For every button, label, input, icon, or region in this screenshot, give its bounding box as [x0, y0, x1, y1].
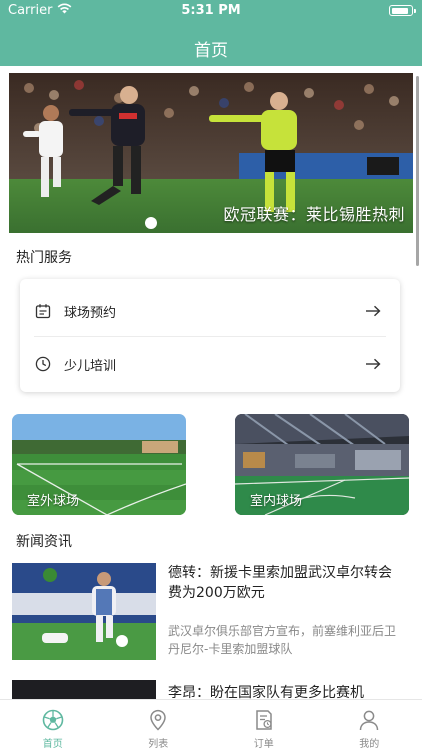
service-label: 球场预约 — [64, 305, 117, 321]
venue-label: 室内球场 — [250, 494, 303, 509]
banner-caption: 欧冠联赛：莱比锡胜热刺 — [223, 205, 405, 224]
news-thumbnail — [12, 563, 156, 660]
tab-label: 首页 — [42, 739, 63, 750]
tab-profile[interactable]: 我的 — [317, 700, 422, 750]
battery-level — [391, 7, 408, 14]
section-title-news: 新闻资讯 — [16, 534, 72, 550]
arrow-right-icon — [364, 302, 382, 320]
venue-card-outdoor[interactable]: 室外球场 — [12, 414, 186, 515]
tab-label: 我的 — [359, 739, 380, 750]
tab-bar: 首页 列表 订单 我的 — [0, 699, 422, 750]
service-label: 少儿培训 — [64, 358, 117, 374]
news-title: 德转：新援卡里索加盟武汉卓尔转会费为200万欧元 — [168, 565, 392, 601]
venue-label: 室外球场 — [27, 494, 80, 509]
tab-orders[interactable]: 订单 — [211, 700, 317, 750]
tab-list[interactable]: 列表 — [106, 700, 212, 750]
news-item[interactable]: 德转：新援卡里索加盟武汉卓尔转会费为200万欧元 武汉卓尔俱乐部官方宣布，前塞维… — [12, 563, 412, 660]
news-thumbnail — [12, 680, 156, 699]
soccer-ball-icon — [41, 708, 65, 732]
tab-label: 列表 — [148, 739, 169, 750]
status-bar: Carrier 5:31 PM — [0, 0, 422, 22]
venue-card-indoor[interactable]: 室内球场 — [235, 414, 409, 515]
page-title: 首页 — [194, 41, 228, 61]
arrow-right-icon — [364, 355, 382, 373]
status-time: 5:31 PM — [181, 3, 241, 18]
divider — [34, 336, 386, 337]
user-icon — [357, 708, 381, 732]
news-title: 李昂：盼在国家队有更多比赛机 — [168, 685, 364, 699]
section-title-hot-services: 热门服务 — [16, 250, 72, 266]
scroll-indicator[interactable] — [416, 76, 419, 266]
news-summary: 武汉卓尔俱乐部官方宣布，前塞维利亚后卫丹尼尔-卡里索加盟球队 — [168, 624, 397, 656]
battery-icon — [389, 5, 416, 16]
banner-carousel[interactable]: 欧冠联赛：莱比锡胜热刺 — [9, 73, 413, 233]
hot-services-card: 球场预约 少儿培训 — [20, 279, 400, 392]
service-item-youth-training[interactable]: 少儿培训 — [20, 338, 400, 390]
service-item-court-booking[interactable]: 球场预约 — [20, 285, 400, 337]
tab-label: 订单 — [253, 739, 274, 750]
news-item[interactable]: 李昂：盼在国家队有更多比赛机 — [12, 680, 412, 699]
order-document-icon — [252, 708, 276, 732]
app-header: Carrier 5:31 PM 首页 — [0, 0, 422, 66]
calendar-icon — [34, 302, 52, 320]
clock-icon — [34, 355, 52, 373]
location-pin-icon — [146, 708, 170, 732]
tab-home[interactable]: 首页 — [0, 700, 106, 750]
